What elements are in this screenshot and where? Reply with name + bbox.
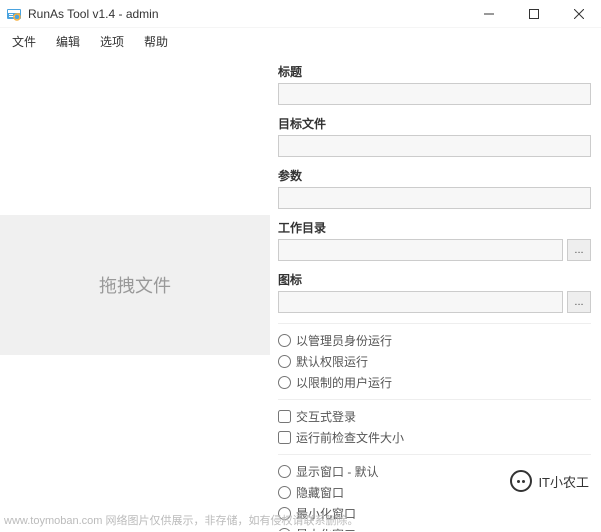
titlebar: RunAs Tool v1.4 - admin [0, 0, 601, 28]
window-controls [466, 0, 601, 28]
label-target: 目标文件 [278, 115, 591, 132]
radio-run-admin[interactable]: 以管理员身份运行 [278, 330, 591, 351]
input-target[interactable] [278, 135, 591, 157]
radio-run-admin-label: 以管理员身份运行 [296, 332, 392, 349]
check-size-input[interactable] [278, 431, 291, 444]
window-title: RunAs Tool v1.4 - admin [28, 7, 466, 21]
label-workdir: 工作目录 [278, 219, 591, 236]
browse-icon-button[interactable]: ... [567, 291, 591, 313]
right-panel: 标题 目标文件 参数 工作目录 ... 图标 ... [270, 55, 601, 531]
app-icon [6, 6, 22, 22]
close-button[interactable] [556, 0, 601, 28]
content: 拖拽文件 标题 目标文件 参数 工作目录 ... 图标 ... [0, 55, 601, 531]
radio-run-limited[interactable]: 以限制的用户运行 [278, 372, 591, 393]
drop-zone[interactable]: 拖拽文件 [0, 215, 270, 355]
radio-run-default[interactable]: 默认权限运行 [278, 351, 591, 372]
radio-run-admin-input[interactable] [278, 334, 291, 347]
radio-win-hidden-label: 隐藏窗口 [296, 484, 344, 501]
field-title: 标题 [278, 63, 591, 105]
radio-win-show-input[interactable] [278, 465, 291, 478]
maximize-button[interactable] [511, 0, 556, 28]
field-params: 参数 [278, 167, 591, 209]
menu-help[interactable]: 帮助 [138, 31, 174, 52]
input-icon[interactable] [278, 291, 563, 313]
run-mode-group: 以管理员身份运行 默认权限运行 以限制的用户运行 [278, 330, 591, 393]
separator [278, 323, 591, 324]
left-panel: 拖拽文件 [0, 55, 270, 531]
separator [278, 454, 591, 455]
menubar: 文件 编辑 选项 帮助 [0, 28, 601, 55]
check-group: 交互式登录 运行前检查文件大小 [278, 406, 591, 448]
radio-run-default-input[interactable] [278, 355, 291, 368]
drop-zone-label: 拖拽文件 [99, 272, 171, 298]
browse-workdir-button[interactable]: ... [567, 239, 591, 261]
menu-options[interactable]: 选项 [94, 31, 130, 52]
minimize-button[interactable] [466, 0, 511, 28]
input-title[interactable] [278, 83, 591, 105]
radio-run-default-label: 默认权限运行 [296, 353, 368, 370]
brand-text: IT小农工 [538, 472, 589, 491]
radio-run-limited-input[interactable] [278, 376, 291, 389]
radio-win-max-input[interactable] [278, 528, 291, 531]
field-icon: 图标 ... [278, 271, 591, 313]
label-title: 标题 [278, 63, 591, 80]
check-interactive-label: 交互式登录 [296, 408, 356, 425]
menu-file[interactable]: 文件 [6, 31, 42, 52]
watermark: www.toymoban.com 网络图片仅供展示，非存储，如有侵权请联系删除。 [4, 512, 358, 528]
check-interactive[interactable]: 交互式登录 [278, 406, 591, 427]
label-params: 参数 [278, 167, 591, 184]
check-interactive-input[interactable] [278, 410, 291, 423]
menu-edit[interactable]: 编辑 [50, 31, 86, 52]
input-params[interactable] [278, 187, 591, 209]
input-workdir[interactable] [278, 239, 563, 261]
check-size[interactable]: 运行前检查文件大小 [278, 427, 591, 448]
radio-run-limited-label: 以限制的用户运行 [296, 374, 392, 391]
check-size-label: 运行前检查文件大小 [296, 429, 404, 446]
label-icon: 图标 [278, 271, 591, 288]
field-target: 目标文件 [278, 115, 591, 157]
radio-win-hidden-input[interactable] [278, 486, 291, 499]
wechat-icon [510, 470, 532, 492]
brand: IT小农工 [510, 470, 589, 492]
radio-win-show-label: 显示窗口 - 默认 [296, 463, 379, 480]
field-workdir: 工作目录 ... [278, 219, 591, 261]
separator [278, 399, 591, 400]
